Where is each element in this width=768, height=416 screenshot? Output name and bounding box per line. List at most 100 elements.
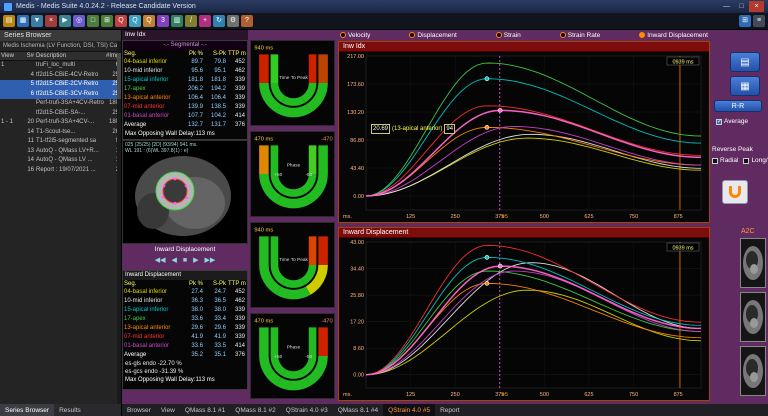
a2c-frame-3[interactable]	[740, 346, 766, 396]
panel-tab-results[interactable]: Results	[54, 404, 86, 416]
qflow-icon[interactable]: Q	[129, 15, 141, 27]
report-icon[interactable]: ▥	[171, 15, 183, 27]
series-browser-panel: Series Browser Medis Ischemia (LV Functi…	[0, 30, 122, 404]
cine-controls: ◀◀◀■▶▶▶	[122, 256, 248, 265]
series-row[interactable]: 5tf2d15-CBiE-2CV-Retro25	[0, 80, 121, 90]
series-row[interactable]: tf2d15-CBiE-SA-...25	[0, 109, 121, 119]
segmental-table-title: -.- Segmental -.-	[123, 41, 247, 50]
series-row[interactable]: 1truFi_loc_multi6	[0, 61, 121, 71]
segment-row: 13-apical anterior29.629.6339	[123, 324, 247, 333]
play-button[interactable]: ▶	[193, 256, 198, 265]
metric-row: es-gcs endo -31.39 %	[123, 368, 247, 376]
app-tab-report[interactable]: Report	[435, 404, 465, 416]
close-study-icon[interactable]: ×	[45, 15, 57, 27]
marker-icon[interactable]: +	[199, 15, 211, 27]
checkbox-radial[interactable]: Radial	[712, 157, 738, 164]
panel-tab-series-browser[interactable]: Series Browser	[0, 404, 54, 416]
help-icon[interactable]: ?	[241, 15, 253, 27]
refresh-icon[interactable]: ↻	[213, 15, 225, 27]
ruler-icon[interactable]: /	[185, 15, 197, 27]
viewer-caption: Inward Displacement	[122, 246, 248, 253]
series-scrollbar[interactable]	[117, 41, 121, 404]
series-row[interactable]: 6tf2d15-CBiE-3CV-Retro25	[0, 90, 121, 100]
svg-text:173.60: 173.60	[347, 82, 364, 88]
series-row[interactable]: 16Report : 19/07/2021 ...2	[0, 166, 121, 176]
segment-row: 04-basal inferior89.779.8452	[123, 58, 247, 67]
titlebar: Medis - Medis Suite 4.0.24.2 - Release C…	[0, 0, 768, 13]
series-row[interactable]: 1 - 120Perf-trufi-3SA+4CV-...180	[0, 118, 121, 128]
cine-viewport[interactable]: 025 (25/25) [2D] (93/94) 941 ms. WL 191 …	[122, 140, 248, 244]
image-overlay-text: 025 (25/25) [2D] (93/94) 941 ms. WL 191 …	[125, 142, 198, 154]
toolbar-icon-group: ▤▦▼×▶◎□⊞QQQ3▥/+↻⚙?	[3, 15, 253, 27]
app-tab-qstrain-4-0-5[interactable]: QStrain 4.0 #5	[383, 404, 435, 416]
close-button[interactable]: ×	[749, 1, 764, 12]
layout-single-icon[interactable]: □	[87, 15, 99, 27]
app-tab-browser[interactable]: Browser	[122, 404, 156, 416]
rr-interval-button[interactable]: R-R	[714, 100, 762, 112]
inw-idx-chart: Inw Idx 217.00173.60130.2086.8043.400.00…	[338, 41, 710, 223]
svg-text:875: 875	[674, 214, 683, 220]
app-tab-qmass-8-1-1[interactable]: QMass 8.1 #1	[180, 404, 230, 416]
minimize-button[interactable]: —	[719, 1, 734, 12]
save-icon[interactable]: ▼	[31, 15, 43, 27]
maximize-button[interactable]: □	[734, 1, 749, 12]
window-layout-icon[interactable]: ⊞	[739, 15, 751, 27]
mode-velocity[interactable]: Velocity	[340, 32, 370, 39]
svg-text:0.00: 0.00	[353, 194, 364, 200]
series-row[interactable]: 14AutoQ - QMass LV ...1	[0, 156, 121, 166]
toolbar-right-group: ⊞≡	[739, 15, 765, 27]
skip-start-button[interactable]: ◀◀	[155, 256, 166, 265]
segment-row: 17-apex206.2194.2339	[123, 85, 247, 94]
app-tab-view[interactable]: View	[156, 404, 180, 416]
col-view: View	[0, 52, 22, 60]
svg-text:86.80: 86.80	[350, 138, 364, 144]
app-tab-qmass-8-1-4[interactable]: QMass 8.1 #4	[333, 404, 383, 416]
export-report-button[interactable]: ▤	[730, 52, 760, 72]
series-browser-title: Series Browser	[0, 30, 121, 41]
q3d-icon[interactable]: 3	[157, 15, 169, 27]
segment-map-4: 470 ms-470Phase+50-50	[250, 313, 335, 399]
mode-displacement[interactable]: Displacement	[409, 32, 456, 39]
mode-inward-displacement[interactable]: Inward Displacement	[639, 32, 708, 39]
series-row[interactable]: 13AutoQ - QMass LV+R...1	[0, 147, 121, 157]
layout-grid-icon[interactable]: ⊞	[101, 15, 113, 27]
checkbox-long-rot[interactable]: Long/Rot	[743, 157, 768, 164]
lv-model-button[interactable]	[722, 180, 748, 204]
mode-strain[interactable]: Strain	[496, 32, 521, 39]
svg-text:0939 ms: 0939 ms	[672, 246, 693, 252]
hamburger-menu-icon[interactable]: ≡	[753, 15, 765, 27]
window-title: Medis - Medis Suite 4.0.24.2 - Release C…	[16, 3, 196, 10]
app-tab-qmass-8-1-2[interactable]: QMass 8.1 #2	[230, 404, 280, 416]
series-row[interactable]: 11T1-tf2i5-segmented sa9	[0, 137, 121, 147]
snapshot-icon[interactable]: ◎	[73, 15, 85, 27]
settings-icon[interactable]: ⚙	[227, 15, 239, 27]
series-row[interactable]: 4tf2d15-CBiE-4CV-Retro25	[0, 71, 121, 81]
a2c-frame-1[interactable]	[740, 238, 766, 288]
segment-row: 07-mid anterior139.9138.5339	[123, 103, 247, 112]
qmass-icon[interactable]: Q	[115, 15, 127, 27]
qstrain-icon[interactable]: Q	[143, 15, 155, 27]
svg-text:34.40: 34.40	[350, 267, 364, 273]
study-load-icon[interactable]: ▦	[17, 15, 29, 27]
skip-end-button[interactable]: ▶▶	[205, 256, 216, 265]
average-checkbox[interactable]: Average	[716, 118, 748, 125]
svg-text:470 ms: 470 ms	[254, 137, 273, 143]
patient-browser-icon[interactable]: ▤	[3, 15, 15, 27]
study-label[interactable]: Medis Ischemia (LV Function, DSI, TSI) C…	[0, 41, 121, 52]
app-tab-qstrain-4-0-3[interactable]: QStrain 4.0 #3	[281, 404, 333, 416]
inward-displacement-plot[interactable]: 43.0034.4025.8017.208.600.00125250375500…	[339, 238, 709, 405]
svg-text:625: 625	[584, 214, 593, 220]
movie-icon[interactable]: ▶	[59, 15, 71, 27]
svg-text:500: 500	[540, 214, 549, 220]
a2c-frame-2[interactable]	[740, 292, 766, 342]
save-result-button[interactable]: ▦	[730, 76, 760, 96]
checkbox-icon	[712, 158, 718, 164]
inw-idx-plot[interactable]: 217.00173.60130.2086.8043.400.0012525037…	[339, 52, 709, 227]
stop-button[interactable]: ■	[183, 256, 187, 265]
series-row[interactable]: 14T1-Scout-tse...26	[0, 128, 121, 138]
mode-strain-rate[interactable]: Strain Rate	[560, 32, 601, 39]
radio-icon	[409, 32, 415, 38]
series-row[interactable]: Perf-trufi-3SA+4CV-Retro180	[0, 99, 121, 109]
active-analysis-label: Inw Idx	[122, 30, 248, 40]
step-back-button[interactable]: ◀	[171, 256, 176, 265]
